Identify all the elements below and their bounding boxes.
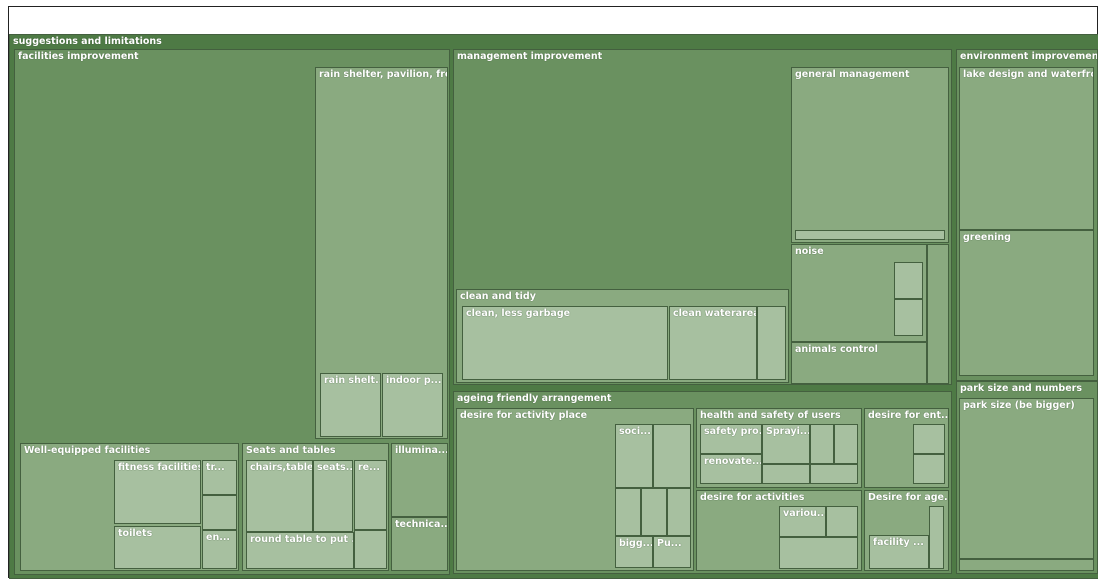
treemap-subgroup-desire-age-label: Desire for age... [868,492,949,503]
treemap-leaf-hs-d[interactable] [810,464,858,484]
treemap-leaf-fitness-label: fitness facilities... [118,462,200,473]
treemap-leaf-facility-label: facility ... [873,537,924,548]
treemap-leaf-seats-sub[interactable]: seats... [313,460,353,532]
treemap-leaf-round-table[interactable]: round table to put ... [246,532,354,569]
treemap-leaf-act-a[interactable] [826,506,858,537]
treemap-leaf-we-small[interactable] [202,495,237,530]
treemap-subgroup-mgmt-small[interactable] [927,244,949,384]
treemap-subgroup-park-small[interactable] [959,559,1094,571]
treemap-subgroup-park-size-label: park size (be bigger) [963,400,1075,411]
treemap-leaf-en[interactable]: en... [202,530,237,569]
treemap-subgroup-desire-act-label: desire for activities [700,492,805,503]
treemap-subgroup-general[interactable]: general management [791,67,949,243]
treemap-leaf-toilets-label: toilets [118,528,153,539]
treemap-leaf-da-d[interactable] [667,488,691,536]
treemap-leaf-hs-b[interactable] [834,424,858,464]
treemap-subgroup-lake[interactable]: lake design and waterfront [959,67,1094,230]
treemap-subgroup-animals[interactable]: animals control [791,342,927,384]
treemap-subgroup-lake-label: lake design and waterfront [963,69,1094,80]
treemap-leaf-noise-a[interactable] [894,262,923,299]
treemap-leaf-tr[interactable]: tr... [202,460,237,495]
treemap-subgroup-greening-label: greening [963,232,1011,243]
treemap-leaf-renovate-label: renovate... [704,456,762,467]
treemap-leaf-ent-b[interactable] [913,454,945,484]
treemap-leaf-seats-small[interactable] [354,530,387,569]
treemap-leaf-round-table-label: round table to put ... [250,534,354,545]
treemap-leaf-en-label: en... [206,532,231,543]
treemap-subgroup-clean-label: clean and tidy [460,291,536,302]
treemap-leaf-age-a[interactable] [929,506,944,569]
treemap-leaf-soci[interactable]: soci... [615,424,653,488]
treemap-leaf-hs-c[interactable] [762,464,810,484]
treemap-leaf-clean-small[interactable] [757,306,786,380]
treemap-subgroup-noise-label: noise [795,246,824,257]
treemap-leaf-safety[interactable]: safety pro... [700,424,762,454]
treemap-subgroup-seats-label: Seats and tables [246,445,336,456]
treemap-root-label: suggestions and limitations [13,36,162,47]
treemap-leaf-act-b[interactable] [779,537,858,569]
treemap-leaf-indoor-label: indoor p... [386,375,442,386]
treemap-leaf-facility[interactable]: facility ... [869,535,929,569]
treemap-subgroup-technica[interactable]: technica... [391,517,448,571]
treemap-subgroup-park-size[interactable]: park size (be bigger) [959,398,1094,559]
treemap-leaf-rain-shelt-label: rain shelt... [324,375,381,386]
treemap-group-management-label: management improvement [457,51,603,62]
treemap-leaf-sprayi[interactable]: Sprayi... [762,424,810,464]
treemap-subgroup-rain-label: rain shelter, pavilion, fro... [319,69,448,80]
treemap-subgroup-greening[interactable]: greening [959,230,1094,376]
treemap-leaf-bigg-label: bigg... [619,538,653,549]
treemap-group-facilities-label: facilities improvement [18,51,139,62]
treemap-leaf-seats-sub-label: seats... [317,462,353,473]
treemap-leaf-re[interactable]: re... [354,460,387,530]
treemap-frame: suggestions and limitations facilities im… [8,6,1098,579]
treemap-leaf-general-sub[interactable] [795,230,945,240]
treemap-subgroup-general-label: general management [795,69,910,80]
treemap-leaf-da-b[interactable] [615,488,641,536]
treemap-subgroup-desire-place-label: desire for activity place [460,410,588,421]
treemap-leaf-fitness[interactable]: fitness facilities... [114,460,201,524]
treemap-leaf-chairs-label: chairs,table , [250,462,313,473]
treemap-leaf-pu[interactable]: Pu... [653,536,691,568]
treemap-group-ageing-label: ageing friendly arrangement [457,393,612,404]
treemap-leaf-clean-water-label: clean waterarea [673,308,757,319]
treemap-leaf-da-a[interactable] [653,424,691,488]
treemap-leaf-tr-label: tr... [206,462,225,473]
treemap-leaf-noise-b[interactable] [894,299,923,336]
treemap-leaf-bigg[interactable]: bigg... [615,536,653,568]
treemap-leaf-clean-less[interactable]: clean, less garbage [462,306,668,380]
treemap-leaf-chairs[interactable]: chairs,table , [246,460,313,532]
treemap-subgroup-technica-label: technica... [395,519,448,530]
treemap-leaf-sprayi-label: Sprayi... [766,426,810,437]
treemap-subgroup-health-label: health and safety of users [700,410,841,421]
treemap-subgroup-illumina[interactable]: illumina... [391,443,448,517]
treemap-leaf-re-label: re... [358,462,380,473]
treemap-leaf-ent-a[interactable] [913,424,945,454]
treemap-leaf-toilets[interactable]: toilets [114,526,201,569]
treemap-leaf-variou[interactable]: variou... [779,506,826,537]
treemap-leaf-soci-label: soci... [619,426,651,437]
treemap-subgroup-desire-ent-label: desire for ent... [868,410,949,421]
treemap-group-park-label: park size and numbers [960,383,1083,394]
treemap-leaf-indoor[interactable]: indoor p... [382,373,443,437]
treemap-leaf-clean-less-label: clean, less garbage [466,308,571,319]
treemap-leaf-da-c[interactable] [641,488,667,536]
treemap-subgroup-animals-label: animals control [795,344,878,355]
treemap-leaf-variou-label: variou... [783,508,826,519]
treemap-leaf-hs-a[interactable] [810,424,834,464]
treemap-subgroup-illumina-label: illumina... [395,445,448,456]
treemap-leaf-safety-label: safety pro... [704,426,762,437]
treemap-subgroup-well-equipped-label: Well-equipped facilities [24,445,151,456]
treemap-leaf-pu-label: Pu... [657,538,682,549]
treemap-leaf-rain-shelt[interactable]: rain shelt... [320,373,381,437]
treemap-leaf-renovate[interactable]: renovate... [700,454,762,484]
treemap-leaf-clean-water[interactable]: clean waterarea [669,306,757,380]
treemap-group-environment-label: environment improvement [960,51,1098,62]
